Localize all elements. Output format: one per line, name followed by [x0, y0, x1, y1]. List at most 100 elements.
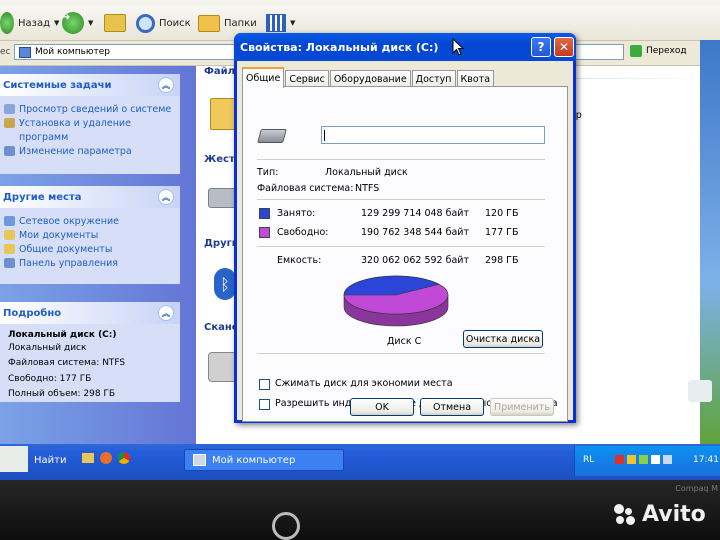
button-label: OK — [375, 401, 389, 413]
tab-tools[interactable]: Сервис — [285, 70, 329, 87]
link-label: Мои документы — [19, 229, 99, 241]
details-title: Подробно — [3, 307, 62, 319]
go-button[interactable]: Переход — [630, 45, 687, 57]
system-tasks-title: Системные задачи — [3, 79, 112, 91]
explorer-icon[interactable] — [82, 453, 94, 463]
network-places-link[interactable]: Сетевое окружение — [0, 214, 180, 228]
system-info-icon — [4, 104, 15, 114]
forward-button[interactable]: ➜ ▼ — [62, 10, 93, 36]
bluetooth-icon[interactable]: ᛒ — [214, 268, 236, 300]
text-cursor — [324, 130, 325, 141]
disk-usage-pie — [343, 275, 449, 327]
tab-hardware[interactable]: Оборудование — [329, 70, 411, 87]
system-tasks-header[interactable]: Системные задачи ︽ — [0, 74, 180, 96]
tray-icons — [615, 455, 672, 464]
collapse-icon[interactable]: ︽ — [158, 305, 174, 321]
recycle-bin-icon[interactable] — [688, 380, 712, 402]
start-button[interactable] — [0, 446, 28, 472]
laptop-bezel: Compaq M — [0, 480, 720, 540]
type-value: Локальный диск — [325, 167, 408, 178]
disk-cleanup-button[interactable]: Очистка диска — [463, 330, 543, 348]
details-type: Локальный диск — [8, 342, 87, 353]
separator — [257, 246, 545, 247]
hard-drive-icon — [257, 129, 287, 143]
system-tasks-panel: Системные задачи ︽ Просмотр сведений о с… — [0, 74, 180, 174]
tray-icon-power[interactable] — [663, 455, 672, 464]
chrome-icon[interactable] — [118, 452, 130, 464]
link-label: Панель управления — [19, 257, 119, 269]
change-setting-link[interactable]: Изменение параметра — [0, 144, 180, 158]
close-button[interactable]: ✕ — [554, 37, 574, 57]
details-name: Локальный диск (C:) — [8, 330, 117, 340]
free-space-swatch — [259, 227, 270, 238]
chevron-down-icon: ▼ — [54, 19, 60, 27]
go-arrow-icon — [630, 45, 642, 57]
search-button[interactable]: Поиск — [136, 10, 191, 36]
chevron-down-icon: ▼ — [88, 19, 94, 27]
tab-quota[interactable]: Квота — [456, 70, 495, 87]
tray-icon-volume[interactable] — [651, 455, 660, 464]
add-remove-programs-link-cont[interactable]: программ — [0, 130, 180, 144]
language-indicator[interactable]: RL — [583, 455, 594, 465]
tray-icon-warning[interactable] — [627, 455, 636, 464]
avito-watermark: Avito — [614, 502, 706, 527]
volume-name-input[interactable] — [321, 126, 545, 144]
compaq-logo-icon — [272, 512, 300, 540]
details-header[interactable]: Подробно ︽ — [0, 302, 180, 324]
link-label: Сетевое окружение — [19, 215, 119, 227]
index-checkbox[interactable] — [259, 399, 270, 410]
control-panel-icon — [4, 258, 15, 268]
link-label: Изменение параметра — [19, 145, 132, 157]
tray-icon-security[interactable] — [615, 455, 624, 464]
back-button[interactable]: Назад ▼ — [0, 10, 59, 36]
details-free: Свободно: 177 ГБ — [8, 373, 92, 384]
forward-arrow-icon: ➜ — [62, 12, 84, 34]
apply-button[interactable]: Применить — [490, 398, 554, 416]
help-button[interactable]: ? — [531, 37, 551, 57]
address-label: ес — [0, 47, 11, 57]
view-system-info-link[interactable]: Просмотр сведений о системе — [0, 102, 180, 116]
go-label: Переход — [646, 46, 687, 56]
control-panel-link[interactable]: Панель управления — [0, 256, 180, 270]
folder-icon — [4, 244, 15, 254]
tab-label: Квота — [460, 73, 491, 85]
button-label: Применить — [494, 401, 550, 413]
details-total: Полный объем: 298 ГБ — [8, 389, 116, 399]
separator — [257, 199, 545, 200]
my-documents-link[interactable]: Мои документы — [0, 228, 180, 242]
link-label: Просмотр сведений о системе — [19, 103, 172, 115]
shared-documents-link[interactable]: Общие документы — [0, 242, 180, 256]
separator — [257, 159, 545, 160]
help-icon: ? — [537, 40, 545, 54]
type-label: Тип: — [257, 167, 279, 178]
taskbar: Найти Мой компьютер RL 17:41 — [0, 444, 720, 480]
taskbar-search[interactable]: Найти — [34, 449, 66, 471]
other-places-title: Другие места — [3, 191, 82, 203]
ok-button[interactable]: OK — [350, 398, 414, 416]
cancel-button[interactable]: Отмена — [420, 398, 484, 416]
firefox-icon[interactable] — [100, 452, 112, 464]
clock[interactable]: 17:41 — [693, 455, 719, 465]
tab-general[interactable]: Общие — [242, 67, 285, 88]
add-remove-programs-link[interactable]: Установка и удаление — [0, 116, 180, 130]
up-folder-button[interactable] — [104, 10, 126, 36]
screen: Назад ▼ ➜ ▼ Поиск Папки ▼ ес Мой компьют… — [0, 0, 720, 480]
other-places-header[interactable]: Другие места ︽ — [0, 186, 180, 208]
tray-icon-network[interactable] — [639, 455, 648, 464]
programs-icon — [4, 118, 15, 128]
link-label: Установка и удаление — [19, 117, 131, 129]
tab-sharing[interactable]: Доступ — [411, 70, 456, 87]
free-bytes: 190 762 348 544 байт — [361, 227, 469, 238]
taskbar-search-label: Найти — [34, 454, 67, 466]
desktop-edge — [688, 40, 720, 444]
collapse-icon[interactable]: ︽ — [158, 77, 174, 93]
collapse-icon[interactable]: ︽ — [158, 189, 174, 205]
link-label: Общие документы — [19, 243, 113, 255]
dialog-title: Свойства: Локальный диск (C:) — [240, 40, 439, 54]
compress-checkbox[interactable] — [259, 379, 270, 390]
tab-label: Общие — [246, 73, 281, 84]
dialog-title-bar[interactable]: Свойства: Локальный диск (C:) — [234, 33, 576, 61]
filesystem-label: Файловая система: — [257, 183, 354, 194]
address-value: Мой компьютер — [35, 47, 110, 57]
taskbar-window-my-computer[interactable]: Мой компьютер — [184, 449, 344, 471]
